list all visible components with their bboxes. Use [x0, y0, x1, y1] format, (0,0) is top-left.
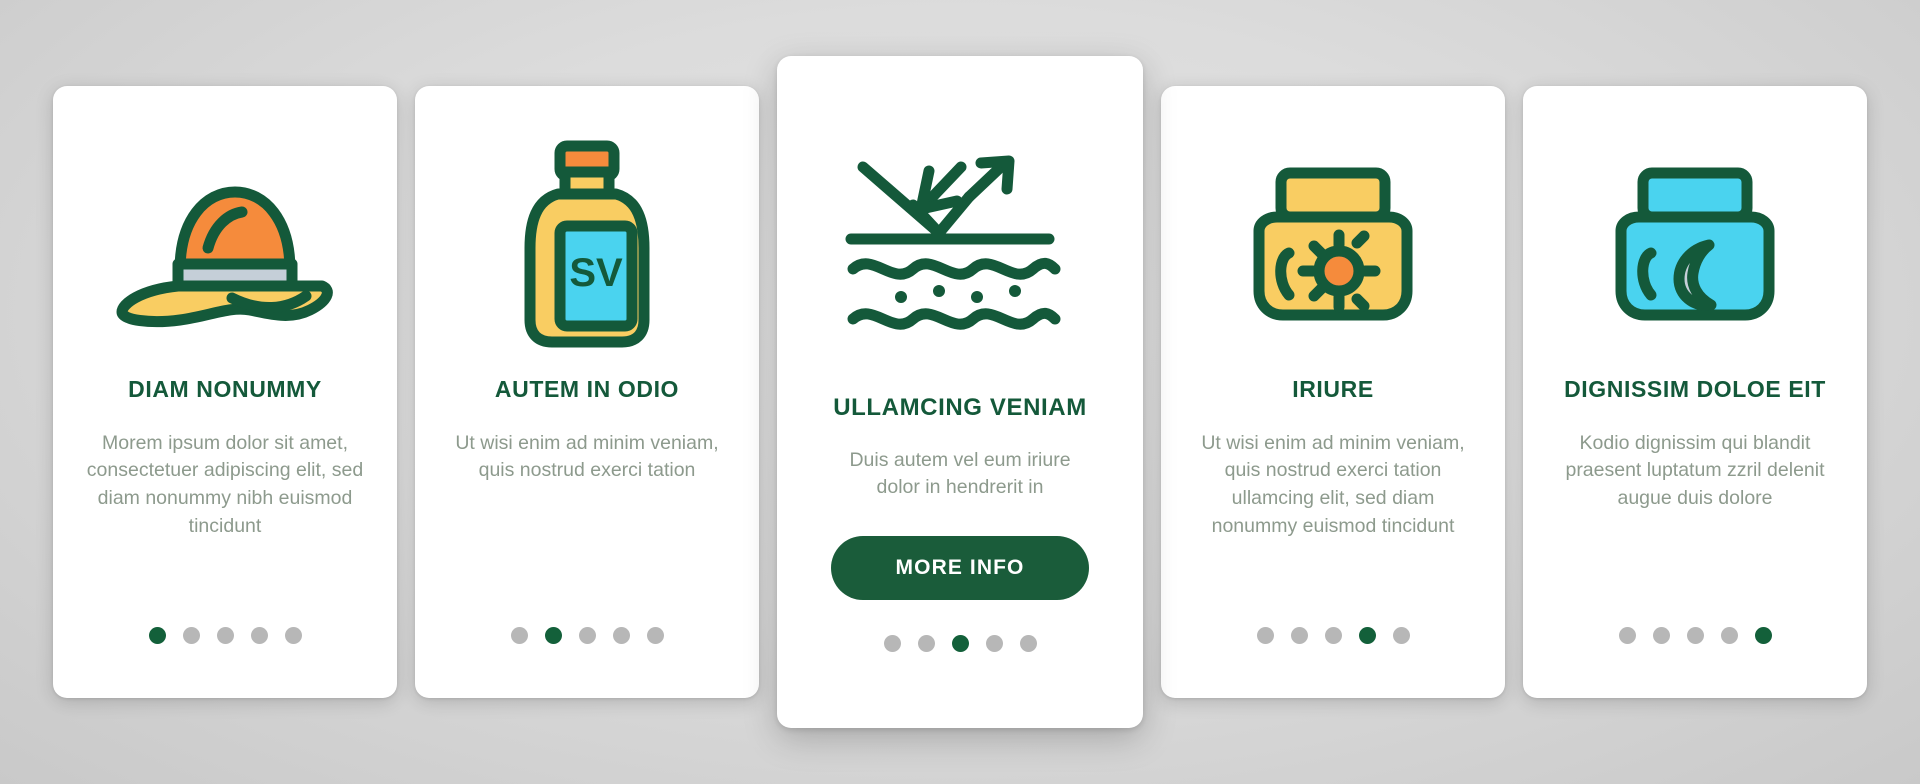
pagination-dot-active[interactable] [148, 627, 166, 644]
uv-rays-skin-protection-icon [803, 96, 1117, 388]
card-body-text: Ut wisi enim ad minim veniam, quis nostr… [1201, 431, 1465, 537]
pagination-dots [777, 635, 1143, 652]
pagination-dot[interactable] [216, 627, 234, 644]
onboarding-card: DIAM NONUMMY Morem ipsum dolor sit amet, … [53, 86, 397, 698]
sunscreen-bottle-icon: SV [441, 120, 733, 370]
pagination-dots [53, 627, 397, 644]
more-info-button[interactable]: MORE INFO [831, 536, 1089, 601]
pagination-dot-active[interactable] [1358, 627, 1376, 644]
onboarding-card: SV AUTEM IN ODIO Ut wisi enim ad minim ve… [415, 86, 759, 698]
pagination-dot[interactable] [612, 627, 630, 644]
pagination-dot[interactable] [1324, 627, 1342, 644]
pagination-dot[interactable] [1652, 627, 1670, 644]
pagination-dot-active[interactable] [951, 635, 969, 652]
pagination-dot[interactable] [883, 635, 901, 652]
card-body-text: Kodio dignissim qui blandit praesent lup… [1565, 431, 1825, 509]
pagination-dots [1161, 627, 1505, 644]
sun-hat-icon [79, 120, 371, 370]
onboarding-cards-stage: DIAM NONUMMY Morem ipsum dolor sit amet, … [0, 0, 1920, 784]
card-body-text: Ut wisi enim ad minim veniam, quis nostr… [455, 431, 719, 482]
pagination-dot[interactable] [646, 627, 664, 644]
onboarding-card: DIGNISSIM DOLOE EIT Kodio dignissim qui b… [1523, 86, 1867, 698]
pagination-dot-active[interactable] [1754, 627, 1772, 644]
pagination-dot[interactable] [182, 627, 200, 644]
pagination-dot[interactable] [578, 627, 596, 644]
svg-text:SV: SV [569, 251, 623, 295]
pagination-dot[interactable] [985, 635, 1003, 652]
pagination-dot[interactable] [510, 627, 528, 644]
pagination-dot[interactable] [250, 627, 268, 644]
pagination-dot[interactable] [917, 635, 935, 652]
card-title: IRIURE [1292, 376, 1374, 402]
pagination-dot[interactable] [1720, 627, 1738, 644]
pagination-dot-active[interactable] [544, 627, 562, 644]
pagination-dot[interactable] [1256, 627, 1274, 644]
card-body-text: Morem ipsum dolor sit amet, consectetuer… [86, 431, 364, 537]
pagination-dot[interactable] [1290, 627, 1308, 644]
pagination-dots [415, 627, 759, 644]
pagination-dot[interactable] [1392, 627, 1410, 644]
onboarding-card: ULLAMCING VENIAM Duis autem vel eum iriur… [777, 56, 1143, 728]
pagination-dots [1523, 627, 1867, 644]
pagination-dot[interactable] [1618, 627, 1636, 644]
card-title: DIAM NONUMMY [128, 376, 322, 402]
pagination-dot[interactable] [1019, 635, 1037, 652]
onboarding-card: IRIURE Ut wisi enim ad minim veniam, quis… [1161, 86, 1505, 698]
night-cream-jar-moon-icon [1549, 120, 1841, 370]
day-cream-jar-sun-icon [1187, 120, 1479, 370]
card-body-text: Duis autem vel eum iriure dolor in hendr… [849, 448, 1071, 499]
card-title: ULLAMCING VENIAM [833, 394, 1087, 421]
card-title: AUTEM IN ODIO [494, 376, 680, 402]
pagination-dot[interactable] [284, 627, 302, 644]
pagination-dot[interactable] [1686, 627, 1704, 644]
card-title: DIGNISSIM DOLOE EIT [1564, 376, 1826, 402]
